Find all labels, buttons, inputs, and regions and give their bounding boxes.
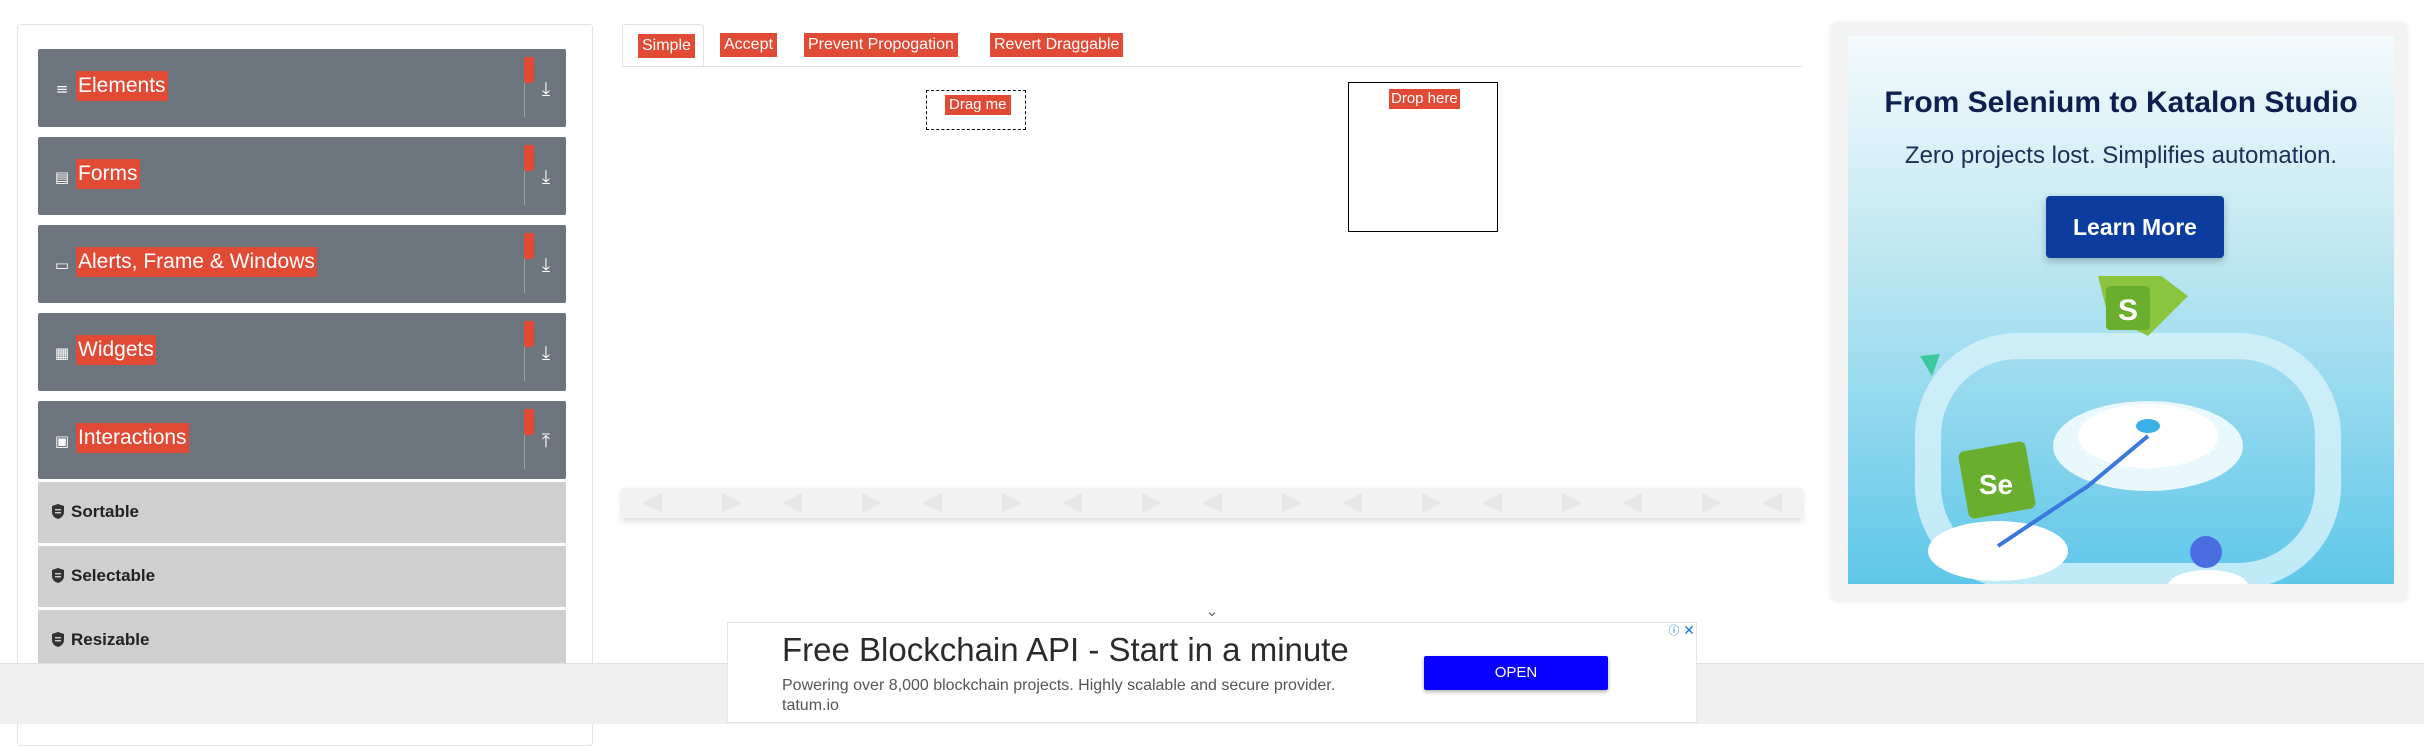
download-arrow-icon[interactable]: ⤓ [536,253,556,277]
sidebar-group-label: Elements [76,71,168,101]
download-arrow-icon[interactable]: ⤓ [536,341,556,365]
sidebar-item-selectable[interactable]: Selectable [38,546,566,607]
svg-text:S: S [2118,294,2138,327]
sidebar-item-label: Selectable [71,566,156,585]
group-marker [524,321,534,347]
tab-label: Prevent Propogation [804,33,958,57]
learn-more-button[interactable]: Learn More [2046,196,2224,258]
sidebar-item-label: Sortable [71,502,140,521]
grid-icon: ▦ [54,344,70,362]
shield-icon [52,504,64,519]
group-divider [524,83,525,117]
shield-icon [52,632,64,647]
close-icon[interactable]: ✕ [1682,623,1696,639]
group-marker [524,57,534,83]
upload-arrow-icon[interactable]: ⤒ [536,429,556,453]
draggable-label: Drag me [945,95,1011,115]
ad-creative: From Selenium to Katalon Studio Zero pro… [1848,36,2394,584]
sidebar-group-forms[interactable]: ▤ Forms ⤓ [38,137,566,215]
sidebar-item-resizable[interactable]: Resizable [38,610,566,671]
sidebar-group-label: Interactions [76,423,189,453]
info-icon[interactable]: ⓘ [1668,623,1680,639]
sidebar-group-alerts[interactable]: ▭ Alerts, Frame & Windows ⤓ [38,225,566,303]
tab-label: Revert Draggable [990,33,1124,57]
sidebar-group-widgets[interactable]: ▦ Widgets ⤓ [38,313,566,391]
document-icon: ▤ [54,168,70,186]
ad-illustration: S Se [1915,276,2341,584]
open-button[interactable]: OPEN [1424,656,1608,690]
chevron-down-icon[interactable]: ⌄ [1200,602,1224,620]
ad-title: Free Blockchain API - Start in a minute [782,631,1349,668]
group-divider [524,259,525,293]
sidebar-group-label: Forms [76,159,140,189]
tab-label: Accept [720,33,777,57]
ad-banner-right[interactable]: From Selenium to Katalon Studio Zero pro… [1832,24,2406,600]
download-arrow-icon[interactable]: ⤓ [536,77,556,101]
group-marker [524,145,534,171]
group-divider [524,347,525,381]
tab-bar: Simple Accept Prevent Propogation Revert… [622,24,1802,67]
group-marker [524,233,534,259]
group-marker [524,409,534,435]
ad-subhead: Zero projects lost. Simplifies automatio… [1904,142,2338,169]
ad-headline: From Selenium to Katalon Studio [1884,86,2358,119]
hamburger-icon: ≡ [55,80,69,98]
draggable-box[interactable]: Drag me [926,90,1026,130]
interactions-icon: ▣ [54,432,70,450]
sidebar-item-label: Resizable [71,630,150,649]
tab-revert-draggable[interactable]: Revert Draggable [978,24,1138,66]
sidebar-group-interactions[interactable]: ▣ Interactions ⤒ [38,401,566,479]
window-icon: ▭ [54,256,70,274]
ad-description: Powering over 8,000 blockchain projects.… [782,677,1336,694]
tab-prevent-propogation[interactable]: Prevent Propogation [792,24,974,66]
ad-domain: tatum.io [782,697,839,714]
shield-icon [52,568,64,583]
droppable-label: Drop here [1389,89,1460,109]
tab-label: Simple [638,34,695,58]
sidebar-group-elements[interactable]: ≡ Elements ⤓ [38,49,566,127]
tab-accept[interactable]: Accept [712,24,782,66]
droppable-target[interactable]: Drop here [1348,82,1498,232]
decorative-pattern-strip [622,488,1802,518]
group-divider [524,171,525,205]
download-arrow-icon[interactable]: ⤓ [536,165,556,189]
tab-simple[interactable]: Simple [622,24,704,66]
svg-text:Se: Se [1979,469,2013,500]
pattern-graphic [642,493,1782,513]
sidebar-group-label: Alerts, Frame & Windows [76,247,317,277]
ad-banner-bottom[interactable]: Free Blockchain API - Start in a minute … [727,622,1697,723]
sidebar-group-label: Widgets [76,335,156,365]
group-divider [524,435,525,469]
sidebar-item-sortable[interactable]: Sortable [38,482,566,543]
